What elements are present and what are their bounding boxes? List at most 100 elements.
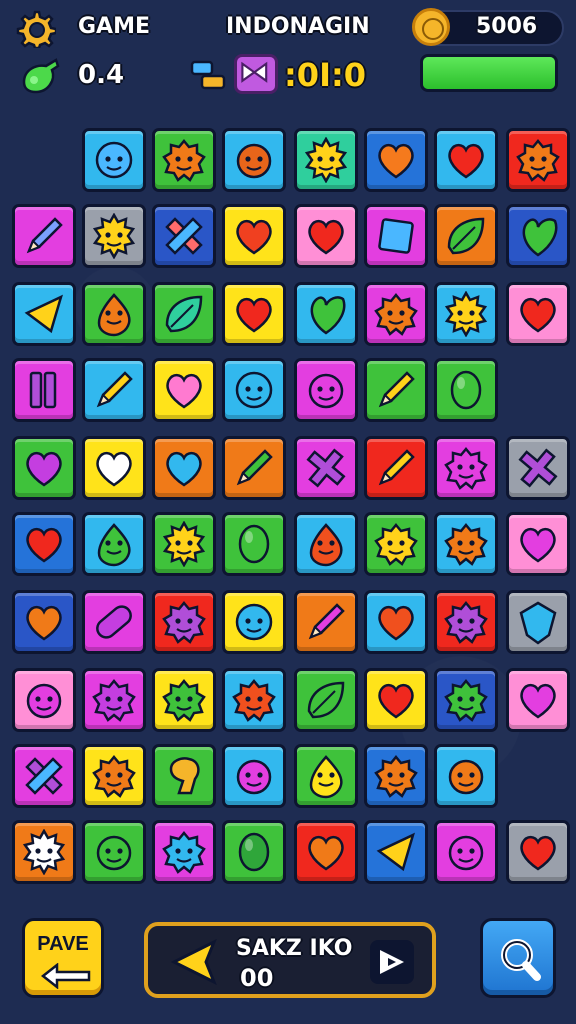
tile-triangle[interactable] — [12, 282, 76, 346]
tile-blob-face[interactable] — [222, 590, 286, 654]
tile-leaf[interactable] — [434, 204, 498, 268]
tile-drop-face[interactable] — [294, 744, 358, 808]
cross-pencil-icon — [25, 757, 63, 795]
tile-leaf[interactable] — [152, 282, 216, 346]
tile-drop-face[interactable] — [82, 282, 146, 346]
bean-icon — [238, 524, 270, 564]
tile-flower-face[interactable] — [364, 512, 428, 576]
tile-bean[interactable] — [222, 512, 286, 576]
tile-flower-face[interactable] — [152, 820, 216, 884]
tile-sun-face[interactable] — [82, 204, 146, 268]
tile-heart[interactable] — [12, 590, 76, 654]
tile-square[interactable] — [364, 204, 428, 268]
tile-pencil[interactable] — [222, 436, 286, 500]
pause-button[interactable]: PAVE — [22, 918, 104, 998]
triangle-icon — [24, 294, 63, 334]
tile-bean[interactable] — [434, 358, 498, 422]
tile-heart[interactable] — [506, 282, 570, 346]
tile-flower-face[interactable] — [82, 668, 146, 732]
tile-heart[interactable] — [364, 128, 428, 192]
leaf-icon — [307, 681, 345, 719]
tile-bars[interactable] — [12, 358, 76, 422]
tile-flower-face[interactable] — [152, 590, 216, 654]
tile-cross[interactable] — [294, 436, 358, 500]
tile-heart[interactable] — [222, 282, 286, 346]
tile-flower-face[interactable] — [506, 128, 570, 192]
flower-face-icon — [92, 679, 136, 722]
tile-heart[interactable] — [152, 358, 216, 422]
leaf-heart-icon — [522, 218, 558, 257]
cross-icon — [518, 448, 558, 488]
flower-face-icon — [444, 679, 488, 722]
pencil-icon — [236, 449, 273, 486]
triangle-icon — [376, 832, 415, 872]
tile-heart[interactable] — [222, 204, 286, 268]
tile-sun-face[interactable] — [152, 512, 216, 576]
tile-flower-face[interactable] — [434, 668, 498, 732]
pencil-icon — [96, 371, 133, 408]
tile-pencil[interactable] — [364, 358, 428, 422]
tile-cross-pencil[interactable] — [12, 744, 76, 808]
tile-round-face[interactable] — [294, 358, 358, 422]
tile-bean[interactable] — [222, 820, 286, 884]
tile-sun-face[interactable] — [12, 820, 76, 884]
tile-cross-pencil[interactable] — [152, 204, 216, 268]
tile-flower-face[interactable] — [152, 128, 216, 192]
search-button[interactable] — [480, 918, 556, 998]
tile-bell[interactable] — [152, 744, 216, 808]
tile-heart[interactable] — [294, 204, 358, 268]
tile-leaf-heart[interactable] — [294, 282, 358, 346]
heart-icon — [26, 605, 62, 641]
tile-pencil[interactable] — [294, 590, 358, 654]
tile-pencil[interactable] — [82, 358, 146, 422]
tile-shield[interactable] — [506, 590, 570, 654]
round-face-icon — [96, 835, 132, 871]
tile-round-face[interactable] — [82, 820, 146, 884]
tile-sun-face[interactable] — [294, 128, 358, 192]
heart-icon — [378, 605, 414, 641]
tile-pencil[interactable] — [12, 204, 76, 268]
tile-heart[interactable] — [12, 512, 76, 576]
cross-icon — [306, 448, 346, 488]
tile-flower-face[interactable] — [364, 744, 428, 808]
tile-flower-face[interactable] — [222, 668, 286, 732]
tile-drop-face[interactable] — [294, 512, 358, 576]
tile-triangle[interactable] — [364, 820, 428, 884]
tile-sun-face[interactable] — [434, 282, 498, 346]
tile-pencil[interactable] — [364, 436, 428, 500]
tile-heart[interactable] — [364, 668, 428, 732]
tile-flower-face[interactable] — [434, 512, 498, 576]
tile-flower-face[interactable] — [434, 590, 498, 654]
tile-heart[interactable] — [506, 668, 570, 732]
tile-round-face[interactable] — [434, 744, 498, 808]
play-button[interactable] — [370, 940, 414, 984]
tile-blob-face[interactable] — [82, 128, 146, 192]
tile-heart[interactable] — [506, 820, 570, 884]
tile-round-face[interactable] — [222, 744, 286, 808]
tile-flower-face[interactable] — [82, 744, 146, 808]
tile-flower-face[interactable] — [364, 282, 428, 346]
tile-heart[interactable] — [294, 820, 358, 884]
bean-icon — [238, 832, 270, 872]
tile-round-face[interactable] — [222, 128, 286, 192]
tile-capsule[interactable] — [82, 590, 146, 654]
tile-heart[interactable] — [434, 128, 498, 192]
flower-face-icon — [162, 679, 206, 722]
flower-face-icon — [374, 755, 418, 798]
tile-heart[interactable] — [82, 436, 146, 500]
tile-heart[interactable] — [506, 512, 570, 576]
tile-flower-face[interactable] — [152, 668, 216, 732]
tile-heart[interactable] — [364, 590, 428, 654]
tile-blob-face[interactable] — [222, 358, 286, 422]
tile-leaf-heart[interactable] — [506, 204, 570, 268]
tile-leaf[interactable] — [294, 668, 358, 732]
tile-drop-face[interactable] — [82, 512, 146, 576]
tile-flower-face[interactable] — [434, 436, 498, 500]
tile-heart[interactable] — [12, 436, 76, 500]
tile-round-face[interactable] — [12, 668, 76, 732]
tile-round-face[interactable] — [434, 820, 498, 884]
tile-cross[interactable] — [506, 436, 570, 500]
tile-heart[interactable] — [152, 436, 216, 500]
yellow-arrow-icon[interactable] — [170, 938, 218, 986]
bell-icon — [169, 757, 200, 795]
